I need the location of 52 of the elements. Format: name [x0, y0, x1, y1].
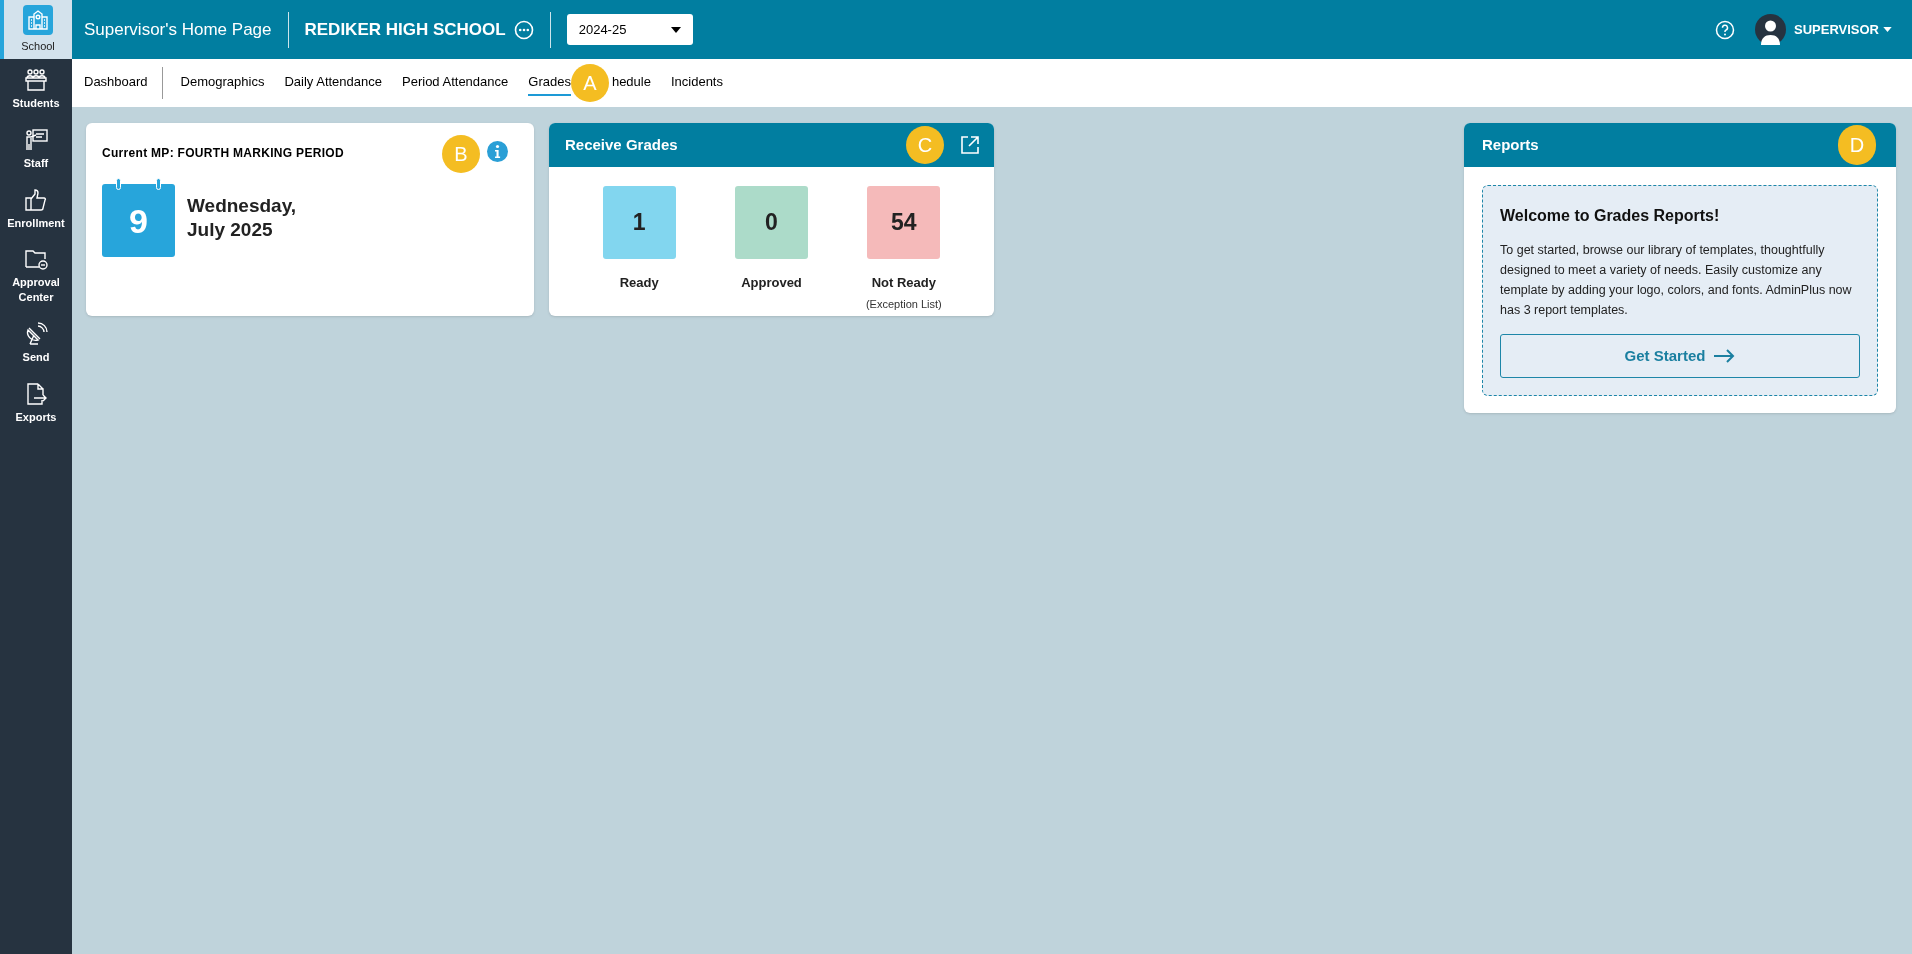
nav-tab[interactable]: Dashboard	[84, 70, 148, 96]
sidebar-item[interactable]: Exports	[0, 373, 72, 433]
nav-tab[interactable]: Period Attendance	[402, 70, 509, 96]
sidebar-item[interactable]: Send	[0, 313, 72, 373]
page-title: Supervisor's Home Page	[84, 18, 273, 41]
tile-label: Not Ready	[871, 274, 936, 292]
callout-marker: B	[442, 135, 480, 173]
callout-marker: D	[1838, 125, 1876, 165]
sidebar-item[interactable]: Approval Center	[0, 239, 72, 313]
caret-icon	[670, 26, 681, 33]
card-title: Reports	[1482, 134, 1539, 155]
card-title: Receive Grades	[565, 134, 678, 155]
folder-icon	[24, 247, 48, 271]
more-icon[interactable]	[513, 19, 534, 40]
nav-tab[interactable]: Demographics	[180, 70, 265, 96]
export-icon	[24, 381, 48, 406]
year-dropdown[interactable]: 2024-25	[566, 14, 693, 45]
students-icon	[24, 67, 48, 92]
welcome-text: To get started, browse our library of templates, thoughtfully designed to meet a variety of needs. Easily customize any template by adding your logo, colors, and fonts. AdminPlus now has 3 report templates.	[1500, 242, 1853, 319]
month-year-text: July 2025	[187, 217, 274, 242]
count-tile[interactable]: 1	[602, 186, 676, 259]
count-tile[interactable]: 54	[867, 186, 941, 259]
weekday-text: Wednesday,	[187, 193, 297, 218]
caret-icon	[1883, 27, 1892, 32]
sidebar-item[interactable]: Staff	[0, 119, 72, 179]
avatar-icon[interactable]	[1755, 14, 1786, 45]
sidebar-item[interactable]: School	[0, 0, 72, 59]
arrow-right-icon	[1713, 349, 1736, 363]
sidebar-item[interactable]: Enrollment	[0, 179, 72, 239]
thumbs-up-icon	[24, 187, 48, 212]
help-icon[interactable]	[1715, 19, 1735, 40]
info-icon[interactable]	[487, 141, 508, 162]
nav-tab[interactable]: Incidents	[670, 70, 723, 96]
nav-tab[interactable]: Grades	[528, 70, 571, 96]
sidebar-item[interactable]: Students	[0, 59, 72, 119]
welcome-heading: Welcome to Grades Reports!	[1500, 206, 1721, 226]
marking-period-label: Current MP: FOURTH MARKING PERIOD	[102, 145, 344, 162]
teacher-icon	[24, 127, 48, 152]
callout-marker: C	[906, 126, 944, 164]
nav-tab[interactable]: Daily Attendance	[284, 70, 382, 96]
callout-marker: A	[570, 64, 609, 102]
external-link-icon[interactable]	[960, 135, 980, 155]
tile-label: Ready	[619, 274, 659, 292]
nav-tab[interactable]: hedule	[611, 70, 651, 96]
tile-note: (Exception List)	[865, 296, 942, 312]
count-tile[interactable]: 0	[735, 186, 808, 259]
school-name: REDIKER HIGH SCHOOL	[303, 18, 507, 41]
building-icon	[23, 5, 53, 35]
tile-label: Approved	[741, 274, 802, 292]
user-menu[interactable]: SUPERVISOR	[1794, 19, 1892, 40]
get-started-button[interactable]: Get Started	[1500, 334, 1860, 378]
satellite-dish-icon	[24, 321, 48, 346]
